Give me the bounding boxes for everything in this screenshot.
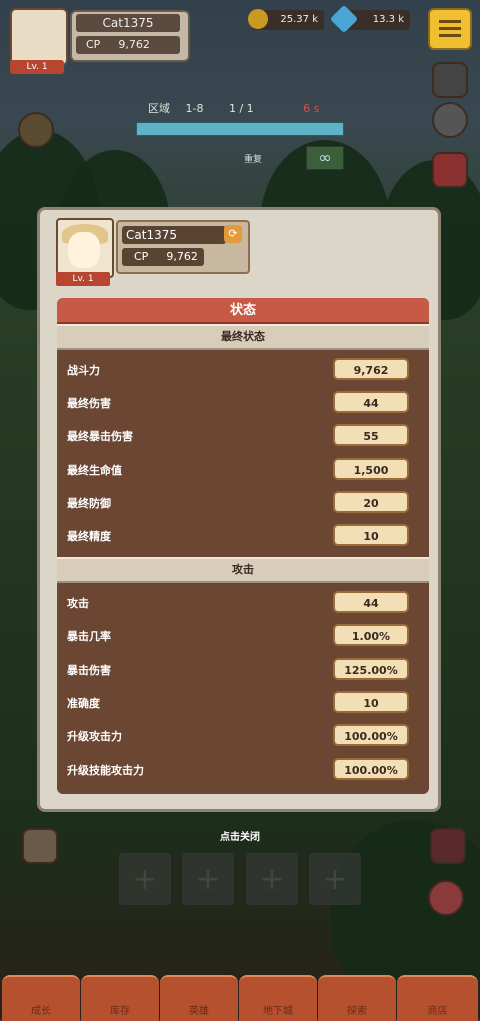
stat-row: 攻击 44 <box>57 589 429 617</box>
nav-explore[interactable]: 探索 <box>318 975 396 1021</box>
stat-row: 最终防御 20 <box>57 489 429 517</box>
calendar-icon[interactable] <box>432 152 468 188</box>
close-hint[interactable]: 点击关闭 <box>0 828 480 843</box>
face-decoration <box>68 232 100 268</box>
player-avatar[interactable] <box>10 8 68 66</box>
stat-row: 最终生命值 1,500 <box>57 456 429 484</box>
gem-counter[interactable]: 13.3 k <box>329 4 410 34</box>
menu-button[interactable] <box>428 8 472 50</box>
nav-shop[interactable]: 商店 <box>397 975 478 1021</box>
stat-row: 准确度 10 <box>57 689 429 717</box>
player-info[interactable]: Cat1375 CP 9,762 <box>70 10 190 62</box>
demon-icon[interactable] <box>430 828 466 864</box>
stat-row: 暴击几率 1.00% <box>57 622 429 650</box>
stat-row: 最终伤害 44 <box>57 389 429 417</box>
stat-row: 升级攻击力 100.00% <box>57 722 429 750</box>
nav-inventory[interactable]: 库存 <box>81 975 159 1021</box>
target-icon[interactable] <box>428 880 464 916</box>
repeat-label: 重复 <box>244 155 263 165</box>
coin-icon <box>248 9 268 29</box>
modal-avatar <box>56 218 114 278</box>
stat-row: 最终暴击伤害 55 <box>57 422 429 450</box>
modal-level: Lv. 1 <box>56 272 110 286</box>
swap-icon[interactable]: ⟳ <box>224 225 242 243</box>
stat-row: 最终精度 10 <box>57 522 429 550</box>
nav-dungeon[interactable]: 地下城 <box>239 975 317 1021</box>
chest-icon[interactable] <box>22 828 58 864</box>
skill-slot[interactable]: + <box>246 853 298 905</box>
skill-slot[interactable]: + <box>182 853 234 905</box>
gear-icon[interactable] <box>432 102 468 138</box>
stat-row: 升级技能攻击力 100.00% <box>57 756 429 784</box>
player-level: Lv. 1 <box>10 60 64 74</box>
repeat-toggle[interactable]: ∞ <box>306 146 344 170</box>
player-name: Cat1375 <box>76 14 180 32</box>
nav-growth[interactable]: 成长 <box>2 975 80 1021</box>
modal-player-info: Cat1375 ⟳ CP 9,762 <box>116 220 250 274</box>
modal-player-name: Cat1375 <box>122 226 226 244</box>
stage-progress-bar <box>136 122 344 136</box>
lock-icon[interactable] <box>432 62 468 98</box>
stats-title: 状态 <box>57 298 429 324</box>
stat-row: 战斗力 9,762 <box>57 356 429 384</box>
stage-info: 区域 1-8 1 / 1 6 s <box>148 102 320 115</box>
status-modal: Lv. 1 Cat1375 ⟳ CP 9,762 状态 最终状态 战斗力 9,762… <box>37 207 441 812</box>
skill-slot[interactable]: + <box>309 853 361 905</box>
stat-row: 暴击伤害 125.00% <box>57 656 429 684</box>
stats-panel[interactable]: 状态 最终状态 战斗力 9,762 最终伤害 44 最终暴击伤害 55 最终生命值 1,… <box>57 298 429 794</box>
nav-heroes[interactable]: 英雄 <box>160 975 238 1021</box>
skill-slot[interactable]: + <box>119 853 171 905</box>
player-cp: CP 9,762 <box>76 36 180 54</box>
attack-stats-header: 攻击 <box>57 557 429 583</box>
final-stats-header: 最终状态 <box>57 324 429 350</box>
locked-feature-icon[interactable] <box>18 112 54 148</box>
modal-cp: CP 9,762 <box>122 248 204 266</box>
gold-counter[interactable]: 25.37 k <box>248 9 324 30</box>
